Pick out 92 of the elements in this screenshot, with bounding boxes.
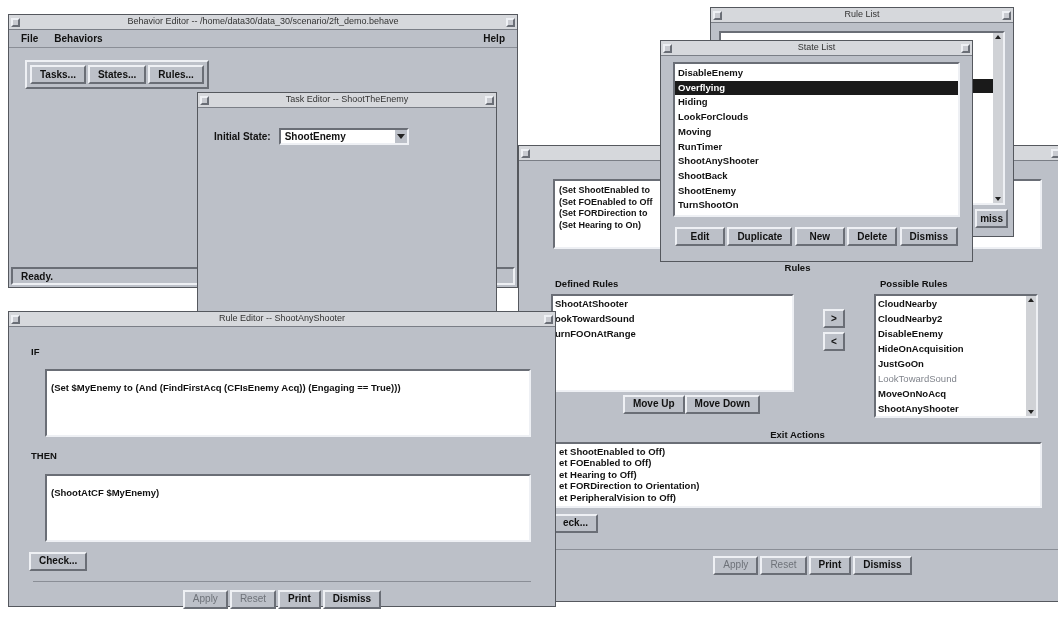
condition-text-area[interactable]: (Set $MyEnemy to (And (FindFirstAcq (CFIsEnemy Acq)) (Engaging == True))) [45, 369, 531, 438]
list-item[interactable]: HideOnAcquisition [878, 340, 964, 356]
push-button[interactable]: Rules... [148, 65, 204, 84]
list-item[interactable]: CloudNearby [878, 295, 938, 311]
push-button[interactable]: Move Up [622, 394, 685, 414]
list-item[interactable]: ookTowardSound [555, 310, 790, 326]
status-text: Ready. [21, 269, 54, 284]
maximize-icon[interactable] [1051, 148, 1058, 158]
title-bar[interactable]: Behavior Editor -- /home/data30/data_30/scenario/2ft_demo.behave [9, 15, 517, 30]
push-button[interactable]: Dismiss [853, 555, 912, 575]
push-button[interactable]: > [823, 309, 845, 329]
action-text-area[interactable]: (ShootAtCF $MyEnemy) [45, 473, 531, 542]
action-text: (ShootAtCF $MyEnemy) [51, 486, 160, 498]
scroll-up-icon[interactable] [994, 33, 1002, 41]
action-line: (Set FORDirection to [559, 208, 648, 220]
action-line: et PeripheralVision to Off) [559, 491, 676, 504]
push-button[interactable]: Dismiss [322, 589, 382, 609]
list-item[interactable]: DisableEnemy [878, 325, 943, 341]
list-item[interactable]: LookForClouds [675, 110, 958, 125]
action-line: et FOEnabled to Off) [559, 457, 652, 469]
push-button[interactable]: Duplicate [727, 227, 793, 246]
list-item[interactable]: Hiding [675, 95, 958, 111]
maximize-icon[interactable] [485, 95, 494, 105]
title-bar[interactable]: Rule Editor -- ShootAnyShooter [9, 312, 555, 327]
menu-item[interactable]: Help [483, 31, 505, 46]
push-button[interactable]: Check... [29, 551, 88, 571]
action-line: (Set ShootEnabled to [559, 185, 650, 197]
window-menu-icon[interactable] [713, 10, 722, 20]
maximize-icon[interactable] [1002, 10, 1011, 20]
window-menu-icon[interactable] [521, 148, 530, 158]
scrollbar[interactable] [993, 33, 1003, 203]
push-button[interactable]: Print [278, 589, 321, 609]
exit-actions-box[interactable]: et ShootEnabled to Off) et FOEnabled to Off) et Hearing to Off) et FORDirection to Orientation) et PeripheralVision to Off) [553, 441, 1042, 508]
maximize-icon[interactable] [506, 17, 515, 27]
field-label: Initial State: [214, 130, 271, 144]
window-title: Rule List [844, 8, 880, 22]
section-label: IF [31, 345, 41, 359]
push-button[interactable]: Edit [675, 227, 725, 246]
push-button[interactable]: Dismiss [899, 227, 958, 246]
list-item[interactable]: Moving [675, 124, 958, 140]
action-line: et FORDirection to Orientation) [559, 480, 700, 492]
push-button[interactable]: < [823, 332, 845, 352]
window-menu-icon[interactable] [200, 95, 209, 105]
action-line: et Hearing to Off) [559, 468, 637, 481]
push-button[interactable]: Print [808, 555, 852, 575]
condition-text: (Set $MyEnemy to (And (FindFirstAcq (CFIsEnemy Acq)) (Engaging == True))) [51, 382, 401, 394]
push-button[interactable]: Delete [847, 227, 898, 246]
list-item[interactable]: ShootAnyShooter [675, 154, 958, 169]
window-menu-icon[interactable] [11, 17, 20, 27]
list-item[interactable]: ShootAtShooter [555, 295, 790, 311]
window-title: State List [797, 41, 836, 55]
push-button[interactable]: eck... [553, 513, 599, 533]
list-item[interactable]: DisableEnemy [675, 66, 958, 81]
scroll-down-icon[interactable] [994, 195, 1002, 203]
push-button[interactable]: Move Down [684, 394, 761, 414]
list-item[interactable]: RunTimer [675, 139, 958, 155]
list-label: Defined Rules [555, 277, 620, 292]
list-item[interactable]: MoveOnNoAcq [878, 385, 947, 401]
window-menu-icon[interactable] [11, 314, 20, 324]
action-line: et ShootEnabled to Off) [559, 445, 666, 458]
list-item[interactable]: urnFOOnAtRange [555, 325, 790, 341]
list-item[interactable]: CloudNearby2 [878, 310, 943, 326]
menu-item[interactable]: File [21, 31, 39, 46]
action-line: (Set Hearing to On) [559, 219, 641, 231]
combo-box[interactable]: ShootEnemy [278, 128, 409, 145]
action-line: (Set FOEnabled to Off [559, 196, 653, 208]
list-item[interactable]: ShootAnyShooter [878, 400, 959, 416]
list-item[interactable]: TurnShootOn [675, 198, 958, 214]
section-heading: Rules [784, 261, 811, 275]
list-item[interactable]: ShootBack [675, 168, 958, 184]
title-bar[interactable]: Rule List [711, 8, 1013, 23]
window-title: Behavior Editor -- /home/data30/data_30/scenario/2ft_demo.behave [127, 15, 399, 29]
window-title: Rule Editor -- ShootAnyShooter [218, 312, 346, 326]
section-heading: Exit Actions [770, 427, 825, 442]
list-item[interactable]: ShootEnemy [675, 183, 958, 199]
maximize-icon[interactable] [544, 314, 553, 324]
maximize-icon[interactable] [961, 43, 970, 53]
window-title: Task Editor -- ShootTheEnemy [285, 93, 409, 107]
menu-item[interactable]: Behaviors [54, 31, 103, 46]
scrollbar[interactable] [1026, 295, 1036, 416]
list-item[interactable]: JustGoOn [878, 355, 924, 371]
section-label: THEN [31, 449, 58, 464]
list-item[interactable]: Overflying [675, 80, 958, 96]
push-button[interactable]: States... [87, 65, 147, 84]
scroll-down-icon[interactable] [1027, 407, 1035, 416]
title-bar[interactable]: Task Editor -- ShootTheEnemy [198, 93, 496, 108]
push-button[interactable]: Tasks... [30, 65, 86, 84]
list-label: Possible Rules [880, 277, 949, 292]
title-bar[interactable]: State List [661, 41, 972, 56]
window-menu-icon[interactable] [663, 43, 672, 53]
push-button[interactable]: New [794, 227, 845, 246]
push-button[interactable]: miss [975, 209, 1008, 228]
